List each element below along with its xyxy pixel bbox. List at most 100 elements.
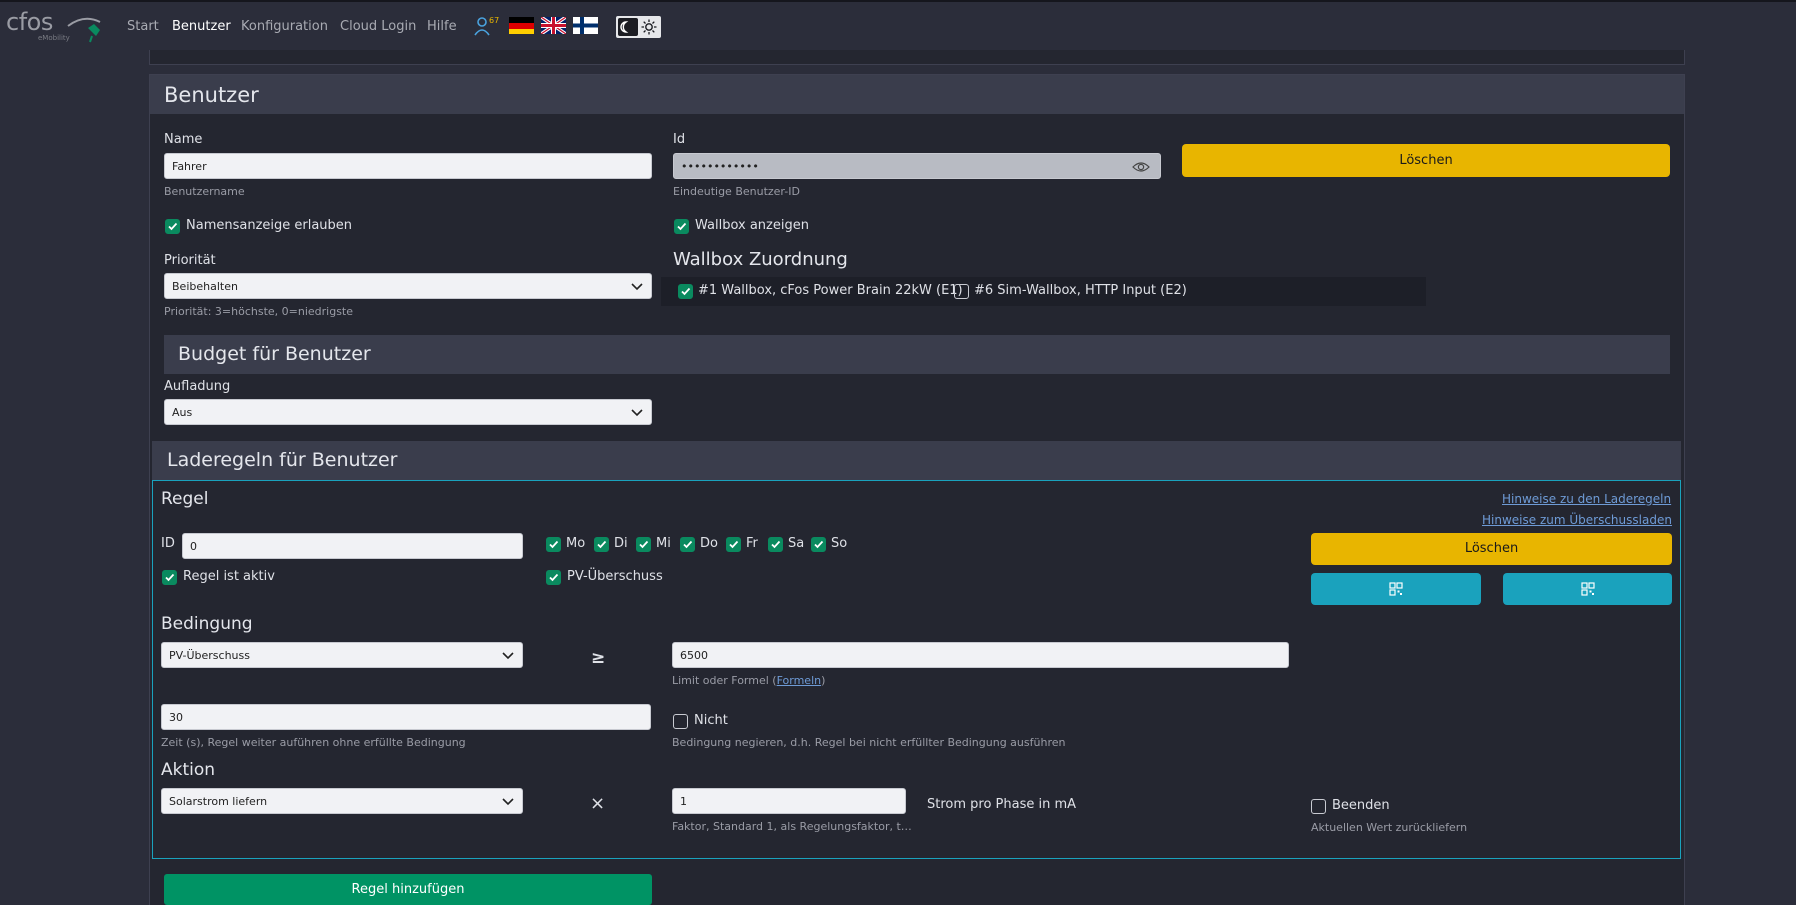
condition-value: PV-Überschuss — [169, 649, 250, 662]
action-select[interactable]: Solarstrom liefern — [161, 788, 523, 814]
id-hint: Eindeutige Benutzer-ID — [673, 185, 800, 198]
rule-id-input[interactable]: 0 — [182, 533, 523, 559]
page-title: Benutzer — [164, 83, 259, 107]
id-field[interactable]: •••••••••••• — [673, 153, 1161, 179]
end-hint: Aktuellen Wert zurückliefern — [1311, 821, 1468, 834]
wallbox-6-label: #6 Sim-Wallbox, HTTP Input (E2) — [974, 283, 1187, 298]
check-icon — [639, 540, 649, 549]
navbar: cfos eMobility Start Benutzer Konfigurat… — [0, 0, 1796, 50]
logo-text: cfos — [6, 8, 53, 36]
day-mo-checkbox[interactable] — [546, 537, 561, 552]
qr-code-icon — [1389, 582, 1403, 596]
light-mode-icon[interactable] — [639, 18, 659, 36]
check-icon — [165, 573, 175, 582]
condition-title: Bedingung — [161, 614, 253, 634]
eye-icon[interactable] — [1132, 161, 1150, 173]
user-count-badge: 67 — [489, 16, 500, 25]
rule-id-label: ID — [161, 536, 175, 551]
charge-label: Aufladung — [164, 379, 231, 394]
end-label: Beenden — [1332, 798, 1390, 813]
charging-rules-hints-link[interactable]: Hinweise zu den Laderegeln — [1502, 492, 1671, 506]
day-di-checkbox[interactable] — [594, 537, 609, 552]
day-so-checkbox[interactable] — [811, 537, 826, 552]
name-input[interactable]: Fahrer — [164, 153, 652, 179]
day-mi-checkbox[interactable] — [636, 537, 651, 552]
check-icon — [597, 540, 607, 549]
fi-flag-icon[interactable] — [573, 17, 598, 34]
wallbox-6-checkbox[interactable] — [954, 284, 969, 299]
unit-label: Strom pro Phase in mA — [927, 797, 1077, 812]
not-checkbox[interactable] — [673, 714, 688, 729]
show-wallbox-checkbox[interactable] — [674, 219, 689, 234]
wallbox-assignment-list: #1 Wallbox, cFos Power Brain 22kW (E1) #… — [661, 277, 1426, 306]
day-do-checkbox[interactable] — [680, 537, 695, 552]
rule-active-label: Regel ist aktiv — [183, 569, 275, 584]
dark-mode-icon[interactable] — [618, 18, 638, 36]
qr-export-button[interactable] — [1311, 573, 1481, 605]
check-icon — [681, 287, 691, 296]
add-rule-button[interactable]: Regel hinzufügen — [164, 874, 652, 905]
rule-title: Regel — [161, 489, 209, 509]
action-value: Solarstrom liefern — [169, 795, 268, 808]
check-icon — [729, 540, 739, 549]
limit-input[interactable]: 6500 — [672, 642, 1289, 668]
day-fr-checkbox[interactable] — [726, 537, 741, 552]
budget-title: Budget für Benutzer — [178, 343, 371, 365]
allow-name-checkbox[interactable] — [165, 219, 180, 234]
id-value: •••••••••••• — [681, 160, 759, 173]
priority-value: Beibehalten — [172, 280, 238, 293]
charging-rules-header: Laderegeln für Benutzer — [152, 441, 1681, 480]
time-input[interactable]: 30 — [161, 704, 651, 730]
charge-value: Aus — [172, 406, 193, 419]
day-di-label: Di — [614, 536, 628, 551]
wallbox-1-checkbox[interactable] — [678, 284, 693, 299]
day-mo-label: Mo — [566, 536, 586, 551]
logo-subtitle: eMobility — [38, 34, 70, 42]
delete-rule-button[interactable]: Löschen — [1311, 533, 1672, 565]
name-label: Name — [164, 132, 203, 147]
day-sa-checkbox[interactable] — [768, 537, 783, 552]
theme-toggle[interactable] — [616, 16, 661, 38]
condition-select[interactable]: PV-Überschuss — [161, 642, 523, 668]
day-sa-label: Sa — [788, 536, 805, 551]
action-title: Aktion — [161, 760, 216, 780]
pv-surplus-label: PV-Überschuss — [567, 569, 663, 584]
day-mi-label: Mi — [656, 536, 671, 551]
check-icon — [814, 540, 824, 549]
not-hint: Bedingung negieren, d.h. Regel bei nicht… — [672, 736, 1066, 749]
nav-start[interactable]: Start — [127, 19, 159, 34]
formulas-link[interactable]: Formeln — [777, 674, 822, 687]
wallbox-1-label: #1 Wallbox, cFos Power Brain 22kW (E1) — [698, 283, 963, 298]
charge-select[interactable]: Aus — [164, 399, 652, 425]
allow-name-label: Namensanzeige erlauben — [186, 218, 353, 233]
uk-flag-icon[interactable] — [541, 17, 566, 34]
qr-import-button[interactable] — [1503, 573, 1672, 605]
plug-icon — [67, 17, 101, 43]
user-panel-header: Benutzer — [150, 75, 1684, 114]
priority-select[interactable]: Beibehalten — [164, 273, 652, 299]
cfos-logo[interactable]: cfos eMobility — [6, 8, 102, 44]
end-checkbox[interactable] — [1311, 799, 1326, 814]
rule-active-checkbox[interactable] — [162, 570, 177, 585]
factor-input[interactable]: 1 — [672, 788, 906, 814]
de-flag-icon[interactable] — [509, 17, 534, 34]
check-icon — [677, 222, 687, 231]
nav-cloud-login[interactable]: Cloud Login — [340, 19, 416, 34]
not-label: Nicht — [694, 713, 728, 728]
day-fr-label: Fr — [746, 536, 758, 551]
chevron-down-icon — [502, 798, 514, 806]
check-icon — [549, 573, 559, 582]
limit-hint-prefix: Limit oder Formel ( — [672, 674, 777, 687]
check-icon — [683, 540, 693, 549]
factor-hint: Faktor, Standard 1, als Regelungsfaktor,… — [672, 820, 912, 833]
pv-surplus-checkbox[interactable] — [546, 570, 561, 585]
limit-hint: Limit oder Formel (Formeln) — [672, 674, 825, 687]
day-do-label: Do — [700, 536, 718, 551]
qr-code-icon — [1581, 582, 1595, 596]
delete-user-button[interactable]: Löschen — [1182, 144, 1670, 177]
surplus-charging-hints-link[interactable]: Hinweise zum Überschussladen — [1482, 513, 1672, 527]
nav-hilfe[interactable]: Hilfe — [427, 19, 457, 34]
nav-benutzer[interactable]: Benutzer — [172, 19, 231, 34]
nav-konfiguration[interactable]: Konfiguration — [241, 19, 328, 34]
previous-panel-bottom — [149, 50, 1685, 65]
